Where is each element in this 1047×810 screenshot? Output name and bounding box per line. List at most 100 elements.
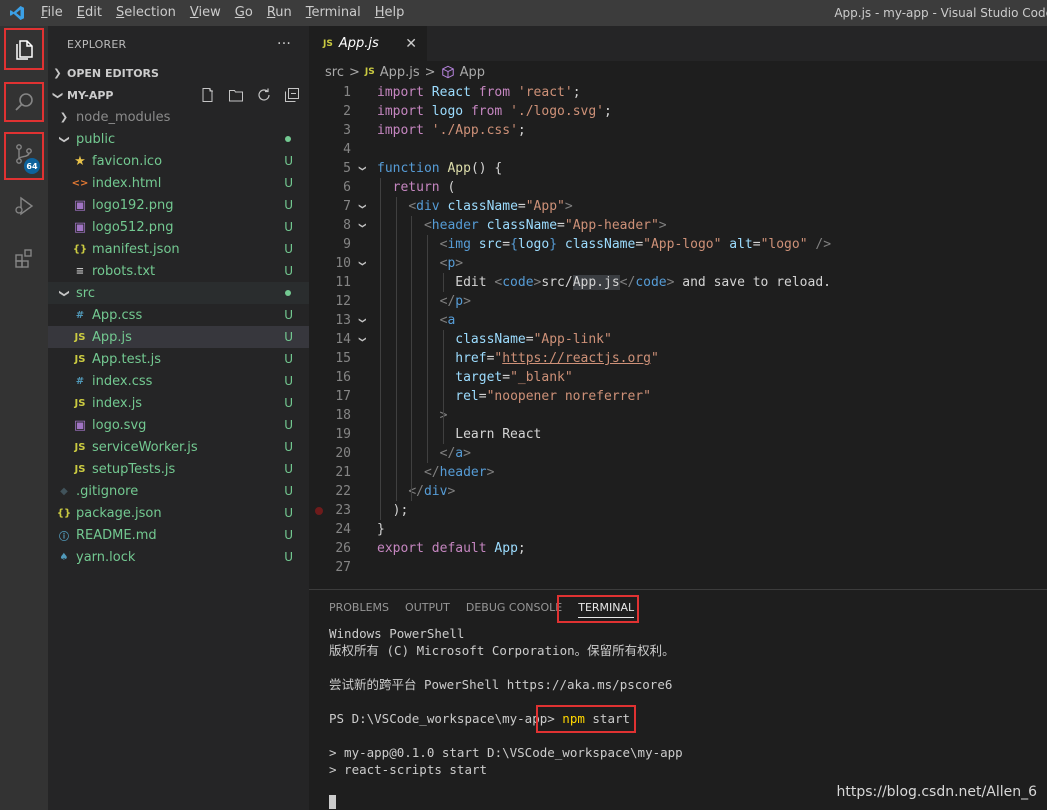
- menu-run[interactable]: Run: [260, 0, 299, 26]
- code-line: 14 ❯ className="App-link": [309, 330, 1047, 349]
- breadcrumb-separator: >: [424, 64, 436, 80]
- tree-item--gitignore[interactable]: ◆ .gitignore U: [48, 480, 309, 502]
- breadcrumb-file[interactable]: App.js: [380, 65, 420, 80]
- line-number: 8: [343, 218, 351, 233]
- line-number: 2: [343, 104, 351, 119]
- extensions-icon: [15, 249, 32, 268]
- tree-item-label: logo192.png: [92, 197, 174, 213]
- code-line: 20 </a>: [309, 444, 1047, 463]
- line-number: 13: [335, 313, 351, 328]
- folder-section[interactable]: ❯ MY-APP: [48, 84, 309, 106]
- terminal-output[interactable]: Windows PowerShell 版权所有 (C) Microsoft Cor…: [309, 625, 1047, 778]
- tree-item-serviceworker-js[interactable]: JS serviceWorker.js U: [48, 436, 309, 458]
- code-line: 4: [309, 140, 1047, 159]
- close-icon[interactable]: ✕: [405, 36, 417, 52]
- code-text: import React from 'react';: [377, 85, 581, 100]
- tree-item-readme-md[interactable]: ⓘ README.md U: [48, 524, 309, 546]
- tab-label: App.js: [338, 36, 379, 51]
- code-text: Learn React: [377, 427, 542, 442]
- tab-app-js[interactable]: JS App.js ✕: [309, 26, 427, 61]
- tree-item-logo192-png[interactable]: ▣ logo192.png U: [48, 194, 309, 216]
- new-file-icon[interactable]: [197, 87, 219, 103]
- code-editor[interactable]: 1 import React from 'react'; 2 import logo …: [309, 83, 1047, 577]
- menu-selection[interactable]: Selection: [109, 0, 183, 26]
- line-number: 23: [335, 503, 351, 518]
- code-line: 3 import './App.css';: [309, 121, 1047, 140]
- tree-item-robots-txt[interactable]: ≡ robots.txt U: [48, 260, 309, 282]
- fold-chevron-icon[interactable]: ❯: [353, 165, 372, 171]
- symbol-box-icon: [441, 65, 454, 79]
- breadcrumb-src[interactable]: src: [325, 65, 344, 80]
- tree-item-src[interactable]: ❯ src: [48, 282, 309, 304]
- code-text: <header className="App-header">: [423, 218, 667, 233]
- tree-item-index-js[interactable]: JS index.js U: [48, 392, 309, 414]
- tree-item-label: App.js: [92, 329, 132, 345]
- tab-debug-console[interactable]: DEBUG CONSOLE: [460, 590, 568, 625]
- explorer-highlight-box: [4, 28, 44, 70]
- code-line: 16 target="_blank": [309, 368, 1047, 387]
- untracked-status: U: [284, 484, 293, 498]
- tree-item-index-css[interactable]: # index.css U: [48, 370, 309, 392]
- line-number: 12: [335, 294, 351, 309]
- menu-view[interactable]: View: [183, 0, 228, 26]
- untracked-status: U: [284, 198, 293, 212]
- menu-terminal[interactable]: Terminal: [299, 0, 368, 26]
- tree-item-index-html[interactable]: <> index.html U: [48, 172, 309, 194]
- collapse-all-icon[interactable]: [281, 87, 303, 103]
- code-text: <div className="App">: [408, 199, 573, 214]
- untracked-status: U: [284, 550, 293, 564]
- indent-guide: [380, 178, 381, 520]
- fold-chevron-icon[interactable]: ❯: [353, 203, 372, 209]
- fold-chevron-icon[interactable]: ❯: [353, 317, 372, 323]
- explorer-sidebar: EXPLORER ··· ❯ OPEN EDITORS ❯ MY-APP ❯ no…: [48, 26, 309, 810]
- tab-problems[interactable]: PROBLEMS: [323, 590, 395, 625]
- refresh-icon[interactable]: [253, 87, 275, 103]
- tree-item-label: .gitignore: [76, 483, 139, 499]
- tree-item-yarn-lock[interactable]: ♠ yarn.lock U: [48, 546, 309, 568]
- line-number: 14: [335, 332, 351, 347]
- open-editors-section[interactable]: ❯ OPEN EDITORS: [48, 62, 309, 84]
- menu-help[interactable]: Help: [368, 0, 412, 26]
- tree-item-setuptests-js[interactable]: JS setupTests.js U: [48, 458, 309, 480]
- tree-item-manifest-json[interactable]: {} manifest.json U: [48, 238, 309, 260]
- chevron-down-icon: ❯: [58, 288, 70, 298]
- menu-edit[interactable]: Edit: [70, 0, 109, 26]
- terminal-cursor: [329, 795, 336, 809]
- panel-tabs: PROBLEMS OUTPUT DEBUG CONSOLE TERMINAL: [309, 590, 1047, 625]
- tree-item-logo-svg[interactable]: ▣ logo.svg U: [48, 414, 309, 436]
- untracked-status: U: [284, 440, 293, 454]
- untracked-status: U: [284, 374, 293, 388]
- tree-item-app-js[interactable]: JS App.js U: [48, 326, 309, 348]
- command-highlight-box: [536, 705, 636, 733]
- new-folder-icon[interactable]: [225, 87, 247, 103]
- fold-chevron-icon[interactable]: ❯: [353, 260, 372, 266]
- tree-item-app-test-js[interactable]: JS App.test.js U: [48, 348, 309, 370]
- indent-guide: [442, 330, 444, 444]
- tree-item-public[interactable]: ❯ public: [48, 128, 309, 150]
- tree-item-node-modules[interactable]: ❯ node_modules: [48, 106, 309, 128]
- menu-go[interactable]: Go: [228, 0, 260, 26]
- breadcrumb-symbol[interactable]: App: [460, 65, 485, 80]
- untracked-status: U: [284, 462, 293, 476]
- run-debug-activity-button[interactable]: [0, 182, 48, 230]
- code-text: export default App;: [377, 541, 526, 556]
- tree-item-favicon-ico[interactable]: ★ favicon.ico U: [48, 150, 309, 172]
- terminal-line: 尝试新的跨平台 PowerShell https://aka.ms/pscore…: [329, 677, 673, 692]
- tab-output[interactable]: OUTPUT: [399, 590, 456, 625]
- more-actions-icon[interactable]: ···: [277, 36, 291, 52]
- indent-guide: [442, 273, 444, 292]
- tree-item-app-css[interactable]: # App.css U: [48, 304, 309, 326]
- menu-file[interactable]: File: [34, 0, 70, 26]
- code-text: target="_blank": [455, 370, 573, 385]
- chevron-right-icon: ❯: [59, 111, 69, 123]
- scm-highlight-box: [4, 132, 44, 180]
- fold-chevron-icon[interactable]: ❯: [353, 336, 372, 342]
- tree-item-logo512-png[interactable]: ▣ logo512.png U: [48, 216, 309, 238]
- code-text: </header>: [423, 465, 495, 480]
- tree-item-package-json[interactable]: {} package.json U: [48, 502, 309, 524]
- untracked-status: U: [284, 506, 293, 520]
- fold-chevron-icon[interactable]: ❯: [353, 222, 372, 228]
- git-file-icon: ◆: [60, 485, 68, 497]
- tree-item-label: logo512.png: [92, 219, 174, 235]
- extensions-activity-button[interactable]: [0, 234, 48, 282]
